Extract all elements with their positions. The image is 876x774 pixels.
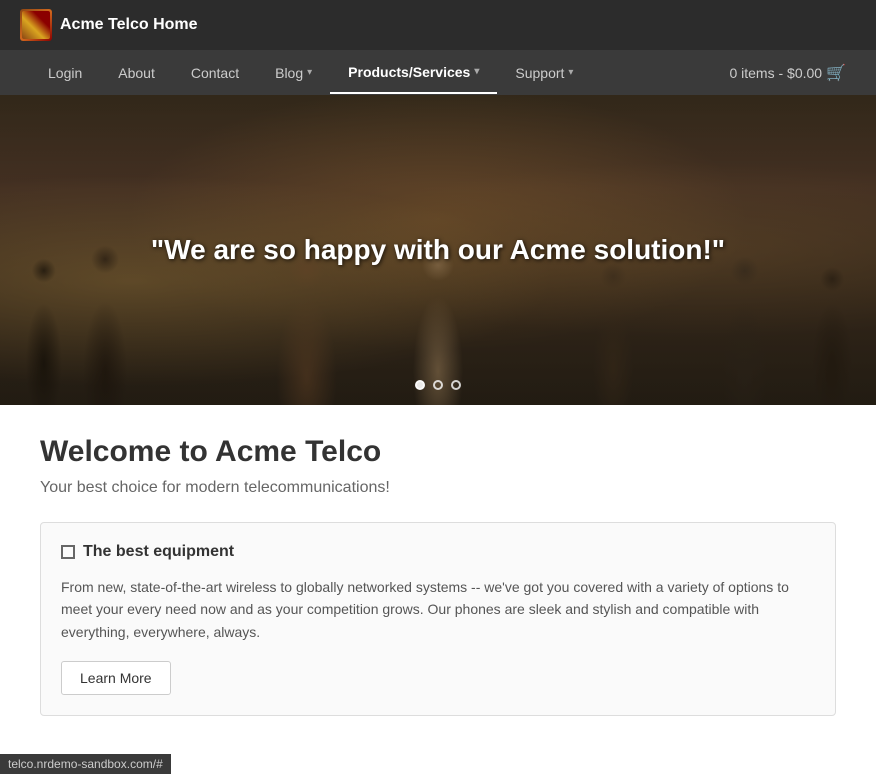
welcome-subtitle: Your best choice for modern telecommunic… xyxy=(40,479,836,497)
card-title: The best equipment xyxy=(83,543,234,561)
welcome-title: Welcome to Acme Telco xyxy=(40,435,836,469)
nav-products-services[interactable]: Products/Services ▾ xyxy=(330,52,497,94)
nav-about[interactable]: About xyxy=(100,53,173,93)
hero-quote: "We are so happy with our Acme solution!… xyxy=(111,232,765,268)
secondary-navbar: Login About Contact Blog ▾ Products/Serv… xyxy=(0,50,876,95)
equipment-card: The best equipment From new, state-of-th… xyxy=(40,522,836,716)
cart-area[interactable]: 0 items - $0.00 🛒 xyxy=(729,63,846,83)
learn-more-button[interactable]: Learn More xyxy=(61,661,171,695)
card-body: From new, state-of-the-art wireless to g… xyxy=(61,576,815,643)
products-dropdown-arrow: ▾ xyxy=(474,66,479,77)
hero-overlay: "We are so happy with our Acme solution!… xyxy=(0,95,876,405)
main-content: Welcome to Acme Telco Your best choice f… xyxy=(0,405,876,746)
nav-links: Login About Contact Blog ▾ Products/Serv… xyxy=(30,52,591,94)
nav-blog[interactable]: Blog ▾ xyxy=(257,53,330,93)
status-url: telco.nrdemo-sandbox.com/# xyxy=(8,757,163,771)
nav-contact[interactable]: Contact xyxy=(173,53,257,93)
top-navbar: Acme Telco Home xyxy=(0,0,876,50)
hero-dot-1[interactable] xyxy=(415,380,425,390)
brand-link[interactable]: Acme Telco Home xyxy=(20,9,198,41)
cart-label: 0 items - $0.00 xyxy=(729,65,822,81)
hero-dot-2[interactable] xyxy=(433,380,443,390)
brand-logo xyxy=(20,9,52,41)
card-checkbox-icon xyxy=(61,545,75,559)
status-bar: telco.nrdemo-sandbox.com/# xyxy=(0,754,171,774)
cart-icon: 🛒 xyxy=(826,63,846,83)
hero-slider: "We are so happy with our Acme solution!… xyxy=(0,95,876,405)
nav-support[interactable]: Support ▾ xyxy=(497,53,591,93)
support-dropdown-arrow: ▾ xyxy=(568,67,573,78)
hero-dot-3[interactable] xyxy=(451,380,461,390)
nav-login[interactable]: Login xyxy=(30,53,100,93)
brand-name: Acme Telco Home xyxy=(60,16,198,34)
card-header: The best equipment xyxy=(61,543,815,561)
blog-dropdown-arrow: ▾ xyxy=(307,67,312,78)
hero-dots xyxy=(415,380,461,390)
